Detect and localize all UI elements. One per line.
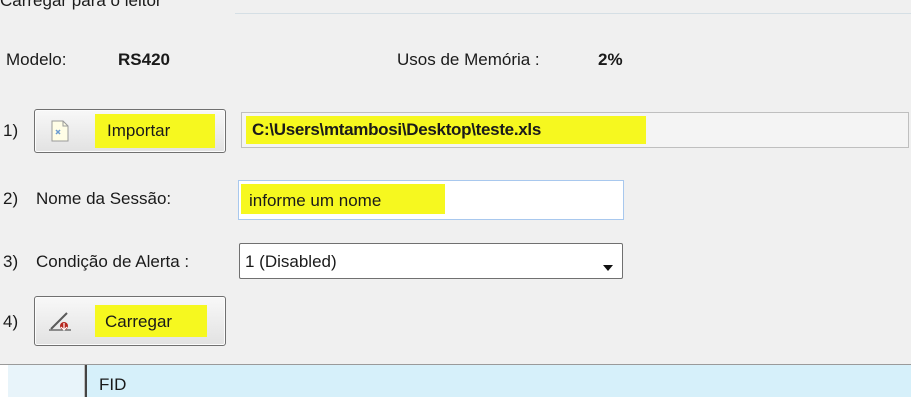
grid-row-header-cell xyxy=(8,365,85,397)
pen-arrow-icon xyxy=(47,309,75,338)
document-icon xyxy=(51,120,69,147)
alert-condition-select[interactable]: 1 (Disabled) xyxy=(239,243,623,279)
alert-condition-label: Condição de Alerta : xyxy=(36,252,190,271)
group-box-title: Carregar para o leitor xyxy=(0,0,162,10)
step3-number: 3) xyxy=(3,252,19,271)
session-name-input[interactable]: informe um nome xyxy=(238,180,624,220)
data-grid: FID xyxy=(0,364,911,397)
importar-button-label: Importar xyxy=(107,121,171,140)
modelo-label: Modelo: xyxy=(6,50,67,69)
session-name-label: Nome da Sessão: xyxy=(36,189,172,208)
memoria-value: 2% xyxy=(598,50,623,69)
grid-column-header[interactable]: FID xyxy=(85,365,911,397)
alert-condition-value: 1 (Disabled) xyxy=(245,252,337,271)
file-path-value: C:\Users\mtambosi\Desktop\teste.xls xyxy=(252,120,541,139)
step4-number: 4) xyxy=(3,312,19,331)
step2-number: 2) xyxy=(3,189,19,208)
modelo-value: RS420 xyxy=(118,50,170,69)
session-name-value: informe um nome xyxy=(249,191,382,210)
carregar-button[interactable]: Carregar xyxy=(34,296,226,346)
carregar-button-label: Carregar xyxy=(105,312,173,331)
importar-button[interactable]: Importar xyxy=(34,109,226,153)
grid-column-header-label: FID xyxy=(99,375,127,394)
triangle-down-icon xyxy=(602,257,614,277)
file-path-field[interactable]: C:\Users\mtambosi\Desktop\teste.xls xyxy=(241,112,909,148)
memoria-label: Usos de Memória : xyxy=(397,50,540,69)
step1-number: 1) xyxy=(3,121,19,140)
group-box-border xyxy=(235,13,911,14)
